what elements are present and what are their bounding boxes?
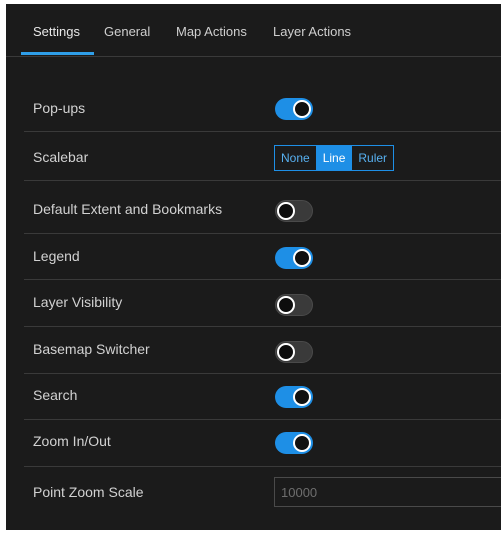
toggle-knob — [293, 249, 311, 267]
setting-row-popups: Pop-ups — [24, 84, 501, 132]
legend-label: Legend — [33, 248, 80, 264]
toggle-knob — [277, 202, 295, 220]
setting-row-scalebar: Scalebar None Line Ruler — [24, 132, 501, 181]
toggle-knob — [293, 388, 311, 406]
tab-map-actions[interactable]: Map Actions — [176, 24, 247, 39]
search-toggle[interactable] — [275, 386, 313, 408]
layer-visibility-label: Layer Visibility — [33, 294, 123, 310]
zoom-label: Zoom In/Out — [33, 433, 111, 449]
point-zoom-scale-label: Point Zoom Scale — [33, 484, 144, 500]
basemap-switcher-toggle[interactable] — [275, 341, 313, 363]
tab-settings[interactable]: Settings — [33, 24, 80, 39]
default-extent-toggle[interactable] — [275, 200, 313, 222]
point-zoom-scale-input[interactable] — [274, 477, 501, 507]
setting-row-legend: Legend — [24, 234, 501, 280]
toggle-knob — [293, 100, 311, 118]
setting-row-default-extent: Default Extent and Bookmarks — [24, 181, 501, 234]
setting-row-basemap-switcher: Basemap Switcher — [24, 327, 501, 374]
tab-layer-actions[interactable]: Layer Actions — [273, 24, 351, 39]
setting-row-search: Search — [24, 374, 501, 420]
scalebar-option-line[interactable]: Line — [315, 146, 352, 170]
default-extent-label: Default Extent and Bookmarks — [33, 201, 223, 217]
basemap-switcher-label: Basemap Switcher — [33, 341, 150, 357]
settings-panel: Settings General Map Actions Layer Actio… — [6, 4, 501, 530]
layer-visibility-toggle[interactable] — [275, 294, 313, 316]
toggle-knob — [277, 343, 295, 361]
scalebar-segmented-control: None Line Ruler — [274, 145, 395, 171]
active-tab-indicator — [21, 52, 94, 55]
setting-row-point-zoom-scale: Point Zoom Scale — [24, 467, 501, 530]
popups-label: Pop-ups — [33, 100, 86, 116]
tab-bar: Settings General Map Actions Layer Actio… — [6, 4, 501, 57]
setting-row-layer-visibility: Layer Visibility — [24, 280, 501, 327]
scalebar-label: Scalebar — [33, 149, 89, 165]
legend-toggle[interactable] — [275, 247, 313, 269]
toggle-knob — [277, 296, 295, 314]
tab-general[interactable]: General — [104, 24, 150, 39]
popups-toggle[interactable] — [275, 98, 313, 120]
search-label: Search — [33, 387, 78, 403]
scalebar-option-none[interactable]: None — [275, 146, 316, 170]
scalebar-option-ruler[interactable]: Ruler — [351, 146, 393, 170]
zoom-toggle[interactable] — [275, 432, 313, 454]
setting-row-zoom: Zoom In/Out — [24, 420, 501, 467]
toggle-knob — [293, 434, 311, 452]
